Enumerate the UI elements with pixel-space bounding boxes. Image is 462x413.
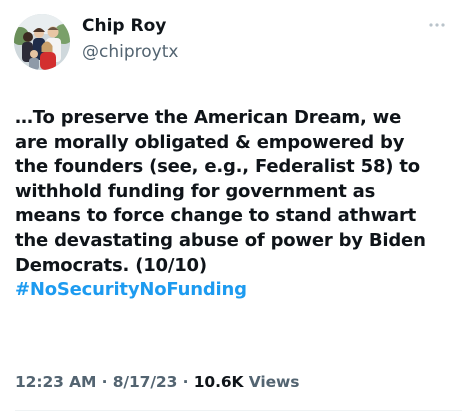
tweet-text-line: Democrats. (10/10) bbox=[15, 254, 207, 276]
tweet-text-line: the founders (see, e.g., Federalist 58) … bbox=[15, 156, 420, 178]
handle[interactable]: @chiproytx bbox=[82, 41, 178, 63]
tweet-text-line: …To preserve the American Dream, we bbox=[15, 107, 402, 128]
avatar-photo bbox=[14, 14, 70, 70]
meta-separator: · bbox=[96, 373, 113, 391]
tweet-text-line: are morally obligated & empowered by bbox=[15, 131, 405, 153]
tweet: Chip Roy @chiproytx …To preserve the Ame… bbox=[0, 0, 462, 413]
hashtag-link[interactable]: #NoSecurityNoFunding bbox=[15, 278, 455, 303]
views-count[interactable]: 10.6K bbox=[194, 373, 244, 391]
tweet-date[interactable]: 8/17/23 bbox=[113, 373, 178, 391]
tweet-header: Chip Roy @chiproytx bbox=[10, 12, 452, 72]
tweet-text-line: withhold funding for government as bbox=[15, 180, 376, 202]
more-options-icon[interactable] bbox=[426, 18, 448, 32]
avatar[interactable] bbox=[14, 14, 70, 70]
tweet-text-line: means to force change to stand athwart bbox=[15, 205, 417, 227]
display-name[interactable]: Chip Roy bbox=[82, 15, 178, 37]
tweet-time[interactable]: 12:23 AM bbox=[15, 373, 96, 391]
tweet-text: …To preserve the American Dream, we are … bbox=[15, 106, 455, 303]
author-names: Chip Roy @chiproytx bbox=[82, 15, 178, 63]
views-label: Views bbox=[243, 373, 300, 391]
tweet-meta: 12:23 AM · 8/17/23 · 10.6K Views bbox=[15, 371, 299, 393]
divider bbox=[15, 410, 462, 411]
tweet-text-line: the devastating abuse of power by Biden bbox=[15, 229, 426, 251]
meta-separator: · bbox=[177, 373, 194, 391]
